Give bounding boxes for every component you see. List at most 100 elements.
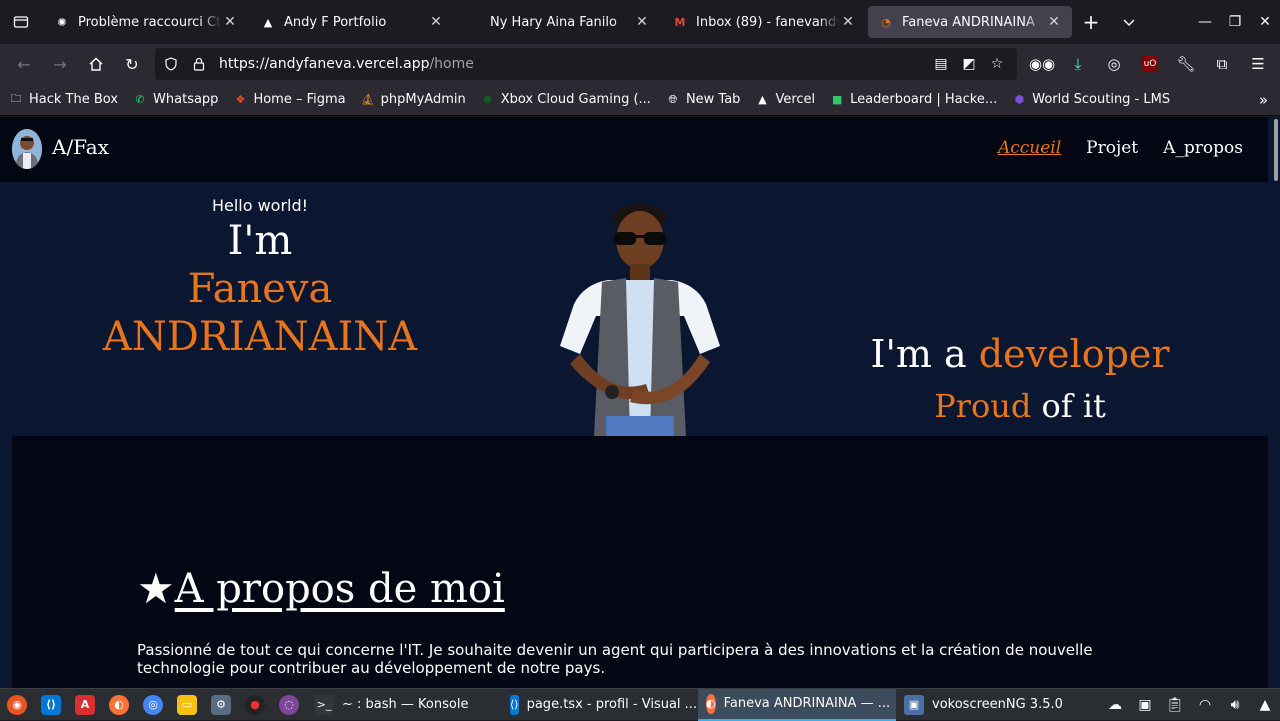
taskbar: ◉ ⟨⟩ A ◐ ◎ ▭ ⚙ ● ◌ >_ ~ : bash — Konsole …: [0, 688, 1280, 721]
bookmark-label: Whatsapp: [153, 92, 219, 107]
more-bookmarks-chevron-icon[interactable]: »: [1259, 91, 1268, 109]
tab-4[interactable]: ◔ Faneva ANDRINAINA ✕: [868, 6, 1072, 38]
vokoscreen-tray-icon[interactable]: ▣: [1130, 697, 1160, 713]
minimize-icon[interactable]: —: [1190, 0, 1220, 44]
bookmark-item[interactable]: 🌐︎ New Tab: [665, 92, 741, 108]
task-vscode[interactable]: ⟨⟩ page.tsx - profil - Visual ...: [502, 689, 698, 721]
bookmark-item[interactable]: 🗀︎ Hack The Box: [8, 92, 119, 108]
first-name: Faneva: [187, 266, 333, 312]
site-logo-text[interactable]: A/Fax: [52, 135, 109, 159]
tab-title: Problème raccourci Ctrl: [78, 14, 222, 30]
account-icon[interactable]: ◎: [1096, 48, 1132, 80]
site-header: A/Fax Accueil Projet A_propos: [0, 117, 1268, 182]
tab-1[interactable]: ▲ Andy F Portfolio ✕: [250, 6, 454, 38]
about-paragraph: Passionné de tout ce qui concerne l'IT. …: [137, 641, 1093, 677]
navigation-toolbar: ← → ↻ https://andyfaneva.vercel.app/home…: [0, 44, 1280, 84]
blank-icon: [466, 14, 482, 30]
tab-title: Andy F Portfolio: [284, 14, 387, 30]
close-icon[interactable]: ✕: [840, 14, 856, 30]
close-window-icon[interactable]: ✕: [1250, 0, 1280, 44]
private-mask-icon[interactable]: ◉◉: [1024, 48, 1060, 80]
firefox-icon[interactable]: ◐: [102, 689, 136, 721]
wrench-icon[interactable]: 🔧︎: [1168, 48, 1204, 80]
reader-view-icon[interactable]: ▤: [927, 56, 955, 72]
forward-arrow-icon[interactable]: →: [42, 48, 78, 80]
downloads-icon[interactable]: ⤓: [1060, 48, 1096, 80]
bookmark-item[interactable]: ❖ Home – Figma: [232, 92, 346, 108]
vercel-icon: ▲: [758, 93, 767, 106]
tor-browser-icon[interactable]: ◌: [272, 689, 306, 721]
firefox-view-icon[interactable]: [0, 0, 42, 44]
bookmark-item[interactable]: ⛵︎ phpMyAdmin: [360, 92, 466, 108]
pdf-reader-icon[interactable]: A: [68, 689, 102, 721]
tab-0[interactable]: ✺ Problème raccourci Ctrl ✕: [44, 6, 248, 38]
task-firefox[interactable]: ◐ Faneva ANDRINAINA — ...: [698, 688, 896, 721]
about-title: A propos de moi: [174, 565, 505, 612]
xbox-icon: ⊗: [483, 93, 493, 106]
list-tabs-chevron-icon[interactable]: [1110, 6, 1148, 38]
close-icon[interactable]: ✕: [428, 14, 444, 30]
clipboard-icon[interactable]: 📋︎: [1160, 697, 1190, 713]
bookmark-item[interactable]: ⬢ World Scouting - LMS: [1011, 92, 1170, 108]
bookmarks-toolbar: 🗀︎ Hack The Box ✆ Whatsapp ❖ Home – Figma ⛵…: [0, 84, 1280, 116]
star-icon: ★: [137, 564, 175, 613]
address-bar[interactable]: https://andyfaneva.vercel.app/home ▤ ◩ ☆: [155, 48, 1017, 80]
nav-link-accueil[interactable]: Accueil: [998, 138, 1061, 158]
chrome-icon[interactable]: ◎: [136, 689, 170, 721]
tab-2[interactable]: Ny Hary Aina Fanilo ✕: [456, 6, 660, 38]
settings-icon[interactable]: ⚙: [204, 689, 238, 721]
home-icon[interactable]: [78, 48, 114, 80]
hello-text: Hello world!: [211, 196, 309, 215]
bookmark-label: Leaderboard | Hacke...: [850, 92, 998, 107]
tab-3[interactable]: M Inbox (89) - fanevandy1 ✕: [662, 6, 866, 38]
new-tab-button[interactable]: +: [1072, 6, 1110, 38]
close-icon[interactable]: ✕: [1046, 14, 1062, 30]
about-section: ★ A propos de moi Passionné de tout ce q…: [12, 436, 1268, 688]
tab-title: Faneva ANDRINAINA: [902, 14, 1035, 30]
file-manager-icon[interactable]: ▭: [170, 689, 204, 721]
nav-link-a-propos[interactable]: A_propos: [1163, 138, 1243, 158]
task-label: page.tsx - profil - Visual ...: [526, 697, 698, 712]
cloud-icon[interactable]: ☁: [1100, 697, 1130, 713]
close-icon[interactable]: ✕: [634, 14, 650, 30]
volume-icon[interactable]: 🔊︎: [1220, 697, 1250, 713]
tab-strip: ✺ Problème raccourci Ctrl ✕ ▲ Andy F Por…: [0, 0, 1280, 44]
bookmark-item[interactable]: ▲ Vercel: [754, 92, 815, 108]
task-konsole[interactable]: >_ ~ : bash — Konsole: [306, 689, 502, 721]
site-nav: Accueil Projet A_propos: [998, 138, 1243, 158]
reload-icon[interactable]: ↻: [114, 48, 150, 80]
figma-icon: ❖: [235, 93, 246, 106]
avatar[interactable]: [12, 129, 42, 169]
profile-photo: [550, 196, 730, 436]
app-launcher-icon[interactable]: ◉: [0, 689, 34, 721]
maximize-icon[interactable]: ❐: [1220, 0, 1250, 44]
nav-link-projet[interactable]: Projet: [1086, 138, 1138, 158]
terminal-icon: >_: [314, 694, 334, 715]
task-vokoscreen[interactable]: ▣ vokoscreenNG 3.5.0: [896, 689, 1092, 721]
back-arrow-icon[interactable]: ←: [6, 48, 42, 80]
hackerrank-icon: ■: [831, 93, 843, 106]
scrollbar-thumb[interactable]: [1274, 119, 1278, 181]
close-icon[interactable]: ✕: [222, 14, 238, 30]
bookmark-item[interactable]: ■ Leaderboard | Hacke...: [829, 92, 997, 108]
page-scrollbar[interactable]: [1268, 117, 1280, 688]
url-host: https://andyfaneva.vercel.app: [219, 56, 430, 72]
whatsapp-icon: ✆: [135, 93, 145, 106]
bookmark-item[interactable]: ⊗ Xbox Cloud Gaming (...: [480, 92, 651, 108]
about-heading: ★ A propos de moi: [137, 564, 505, 613]
tray-expand-icon[interactable]: ▲: [1250, 697, 1280, 713]
openai-icon: ✺: [57, 15, 67, 29]
shield-icon[interactable]: [157, 57, 185, 71]
menu-icon[interactable]: ☰: [1240, 48, 1276, 80]
screen-recorder-icon[interactable]: ●: [238, 689, 272, 721]
vscode-icon[interactable]: ⟨⟩: [34, 689, 68, 721]
bookmark-star-icon[interactable]: ☆: [983, 56, 1011, 72]
bookmark-item[interactable]: ✆ Whatsapp: [132, 92, 218, 108]
tagline-accent: developer: [978, 332, 1170, 376]
lock-icon[interactable]: [185, 57, 213, 71]
screenshot-icon[interactable]: ◩: [955, 56, 983, 72]
bookmark-label: New Tab: [685, 92, 741, 107]
extensions-icon[interactable]: ⧉: [1204, 48, 1240, 80]
wifi-icon[interactable]: ◠: [1190, 697, 1220, 713]
ublock-icon[interactable]: uO: [1132, 48, 1168, 80]
